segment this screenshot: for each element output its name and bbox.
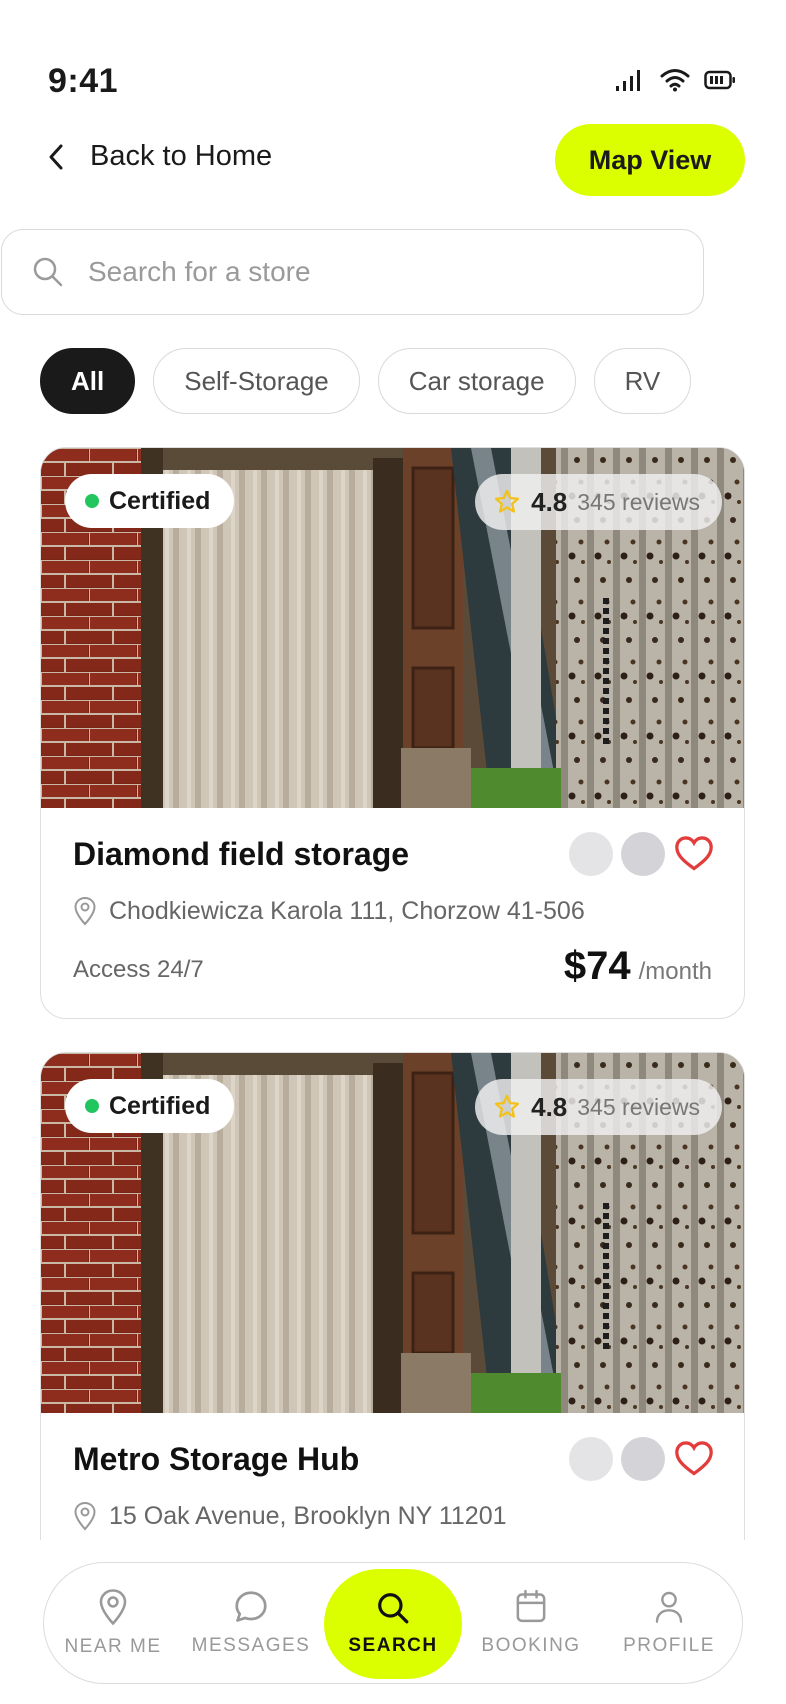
- bottom-nav: NEAR ME MESSAGES SEARCH BOOKING PROFILE: [43, 1562, 743, 1684]
- price: $74 /month: [564, 944, 712, 989]
- back-label: Back to Home: [90, 140, 273, 172]
- rating-badge: 4.8 345 reviews: [475, 1079, 722, 1135]
- search-icon: [33, 257, 63, 287]
- chip-self-storage[interactable]: Self-Storage: [153, 348, 360, 414]
- chat-bubble-icon: [235, 1591, 267, 1622]
- address: 15 Oak Avenue, Brooklyn NY 11201: [109, 1501, 507, 1530]
- certified-badge: Certified: [65, 474, 235, 528]
- status-time: 9:41: [48, 62, 119, 100]
- nav-label: SEARCH: [348, 1635, 438, 1656]
- back-to-home-link[interactable]: Back to Home: [46, 140, 272, 173]
- search-input[interactable]: [86, 255, 650, 289]
- certified-badge: Certified: [65, 1079, 235, 1133]
- user-icon: [655, 1591, 683, 1623]
- reviews-count: 345 reviews: [577, 488, 700, 515]
- access-hours: Access 24/7: [73, 956, 204, 983]
- rating-value: 4.8: [531, 486, 568, 517]
- storage-card[interactable]: Certified 4.8 345 reviews Metro Storage …: [40, 1052, 745, 1624]
- nav-search[interactable]: SEARCH: [324, 1569, 462, 1679]
- avatar: [621, 832, 665, 876]
- nav-label: PROFILE: [623, 1635, 715, 1656]
- search-box[interactable]: [1, 229, 704, 315]
- location-pin-icon: [74, 896, 96, 926]
- certified-label: Certified: [109, 486, 211, 515]
- status-dot: [85, 494, 99, 508]
- nav-booking[interactable]: BOOKING: [468, 1563, 594, 1683]
- heart-icon[interactable]: [674, 1440, 714, 1476]
- status-dot: [85, 1099, 99, 1113]
- map-view-button[interactable]: Map View: [555, 124, 745, 196]
- nav-messages[interactable]: MESSAGES: [188, 1563, 314, 1683]
- price-period: /month: [638, 958, 712, 985]
- avatars: [569, 1437, 665, 1481]
- map-pin-icon: [99, 1589, 127, 1626]
- avatar: [569, 832, 613, 876]
- rating-badge: 4.8 345 reviews: [475, 474, 722, 530]
- chip-rv[interactable]: RV: [593, 348, 692, 414]
- nav-near-me[interactable]: NEAR ME: [50, 1563, 176, 1683]
- address-row: 15 Oak Avenue, Brooklyn NY 11201: [73, 1501, 507, 1531]
- nav-label: NEAR ME: [64, 1636, 162, 1657]
- storage-card[interactable]: Certified 4.8 345 reviews Diamond field …: [40, 447, 745, 1019]
- chevron-left-icon: [49, 144, 63, 169]
- storage-photo: Certified 4.8 345 reviews: [41, 448, 745, 808]
- storage-title: Diamond field storage: [73, 836, 410, 872]
- avatar: [569, 1437, 613, 1481]
- nav-label: BOOKING: [481, 1635, 581, 1656]
- calendar-icon: [516, 1589, 546, 1623]
- status-icons: [614, 68, 736, 92]
- rating-value: 4.8: [531, 1091, 568, 1122]
- nav-profile[interactable]: PROFILE: [606, 1563, 732, 1683]
- star-icon: [494, 489, 520, 513]
- wifi-icon: [660, 69, 690, 92]
- avatars: [569, 832, 665, 876]
- heart-icon[interactable]: [674, 835, 714, 871]
- signal-icon: [616, 70, 640, 91]
- reviews-count: 345 reviews: [577, 1093, 700, 1120]
- chip-all[interactable]: All: [40, 348, 136, 414]
- storage-title: Metro Storage Hub: [73, 1441, 360, 1477]
- address-row: Chodkiewicza Karola 111, Chorzow 41-506: [73, 896, 585, 926]
- address: Chodkiewicza Karola 111, Chorzow 41-506: [109, 896, 585, 925]
- price-amount: $74: [563, 944, 631, 988]
- search-icon: [378, 1593, 409, 1624]
- filter-chips: All Self-Storage Car storage RV: [40, 348, 692, 414]
- nav-label: MESSAGES: [191, 1635, 311, 1656]
- certified-label: Certified: [109, 1091, 211, 1120]
- star-icon: [494, 1094, 520, 1118]
- location-pin-icon: [74, 1501, 96, 1531]
- chip-car-storage[interactable]: Car storage: [377, 348, 576, 414]
- avatar: [621, 1437, 665, 1481]
- battery-icon: [704, 70, 735, 90]
- storage-photo: Certified 4.8 345 reviews: [41, 1053, 745, 1413]
